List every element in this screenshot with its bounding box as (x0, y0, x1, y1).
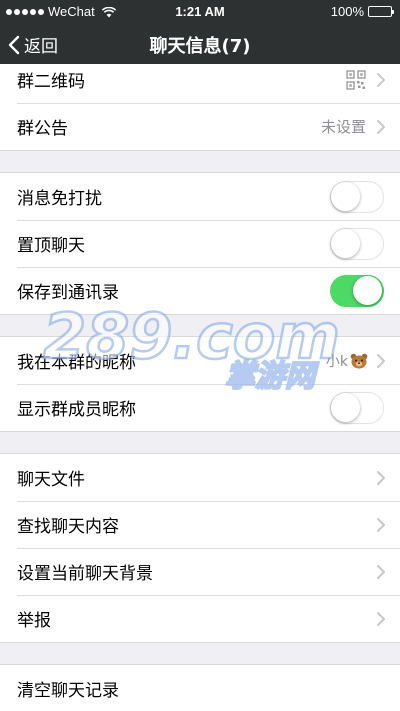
page-title: 聊天信息(7) (149, 36, 251, 57)
row-label: 查找聊天内容 (17, 517, 119, 537)
battery-percent: 100% (330, 4, 364, 19)
row-save-to-contacts: 保存到通讯录 (0, 267, 400, 314)
bear-emoji-icon (350, 353, 368, 368)
row-report[interactable]: 举报 (0, 595, 400, 642)
row-search-chat[interactable]: 查找聊天内容 (0, 501, 400, 548)
mute-toggle[interactable] (330, 180, 384, 213)
row-group-qr-code[interactable]: 群二维码 (0, 64, 400, 103)
row-my-group-nickname[interactable]: 我在本群的昵称 小k (0, 337, 400, 384)
row-value: 未设置 (320, 118, 366, 136)
battery-icon (368, 6, 394, 17)
top-bar: WeChat 1:21 AM 100% 返回 聊天信息(7) (0, 0, 400, 64)
group-clear-history: 清空聊天记录 (0, 664, 400, 711)
row-mute-notifications: 消息免打扰 (0, 173, 400, 220)
chevron-right-icon (376, 353, 386, 369)
status-bar: WeChat 1:21 AM 100% (0, 0, 400, 22)
chevron-right-icon (376, 611, 386, 627)
save-to-contacts-toggle[interactable] (330, 274, 384, 307)
sticky-toggle[interactable] (330, 227, 384, 260)
chevron-right-icon (376, 470, 386, 486)
row-label: 显示群成员昵称 (17, 400, 136, 420)
row-show-member-nicknames: 显示群成员昵称 (0, 384, 400, 431)
row-label: 置顶聊天 (17, 236, 85, 256)
row-label: 群公告 (17, 119, 68, 139)
row-sticky-on-top: 置顶聊天 (0, 220, 400, 267)
show-nicknames-toggle[interactable] (330, 391, 384, 424)
group-qr-notice: 群二维码 群公告 未设置 (0, 64, 400, 151)
row-group-notice[interactable]: 群公告 未设置 (0, 103, 400, 150)
row-label: 清空聊天记录 (17, 681, 119, 701)
chevron-right-icon (376, 119, 386, 135)
row-label: 设置当前聊天背景 (17, 564, 153, 584)
row-label: 聊天文件 (17, 470, 85, 490)
settings-list: 群二维码 群公告 未设置 消息免打扰 置顶聊天 保存到通讯录 我在本群的昵称 小… (0, 64, 400, 711)
nickname-text: 小k (325, 353, 348, 370)
group-chat-tools: 聊天文件 查找聊天内容 设置当前聊天背景 举报 (0, 453, 400, 643)
status-right: 100% (330, 4, 394, 19)
row-chat-background[interactable]: 设置当前聊天背景 (0, 548, 400, 595)
row-label: 我在本群的昵称 (17, 353, 136, 373)
row-label: 群二维码 (17, 72, 85, 92)
row-label: 消息免打扰 (17, 189, 102, 209)
row-chat-files[interactable]: 聊天文件 (0, 454, 400, 501)
qr-icon (346, 69, 366, 90)
chevron-right-icon (376, 517, 386, 533)
nickname-value: 小k (326, 351, 368, 371)
group-chat-toggles: 消息免打扰 置顶聊天 保存到通讯录 (0, 172, 400, 315)
chevron-right-icon (376, 72, 386, 88)
group-nickname: 我在本群的昵称 小k 显示群成员昵称 (0, 336, 400, 432)
row-label: 保存到通讯录 (17, 283, 119, 303)
nav-bar: 返回 聊天信息(7) (0, 22, 400, 64)
chevron-right-icon (376, 564, 386, 580)
clear-chat-history-button[interactable]: 清空聊天记录 (0, 665, 400, 711)
row-label: 举报 (17, 611, 51, 631)
